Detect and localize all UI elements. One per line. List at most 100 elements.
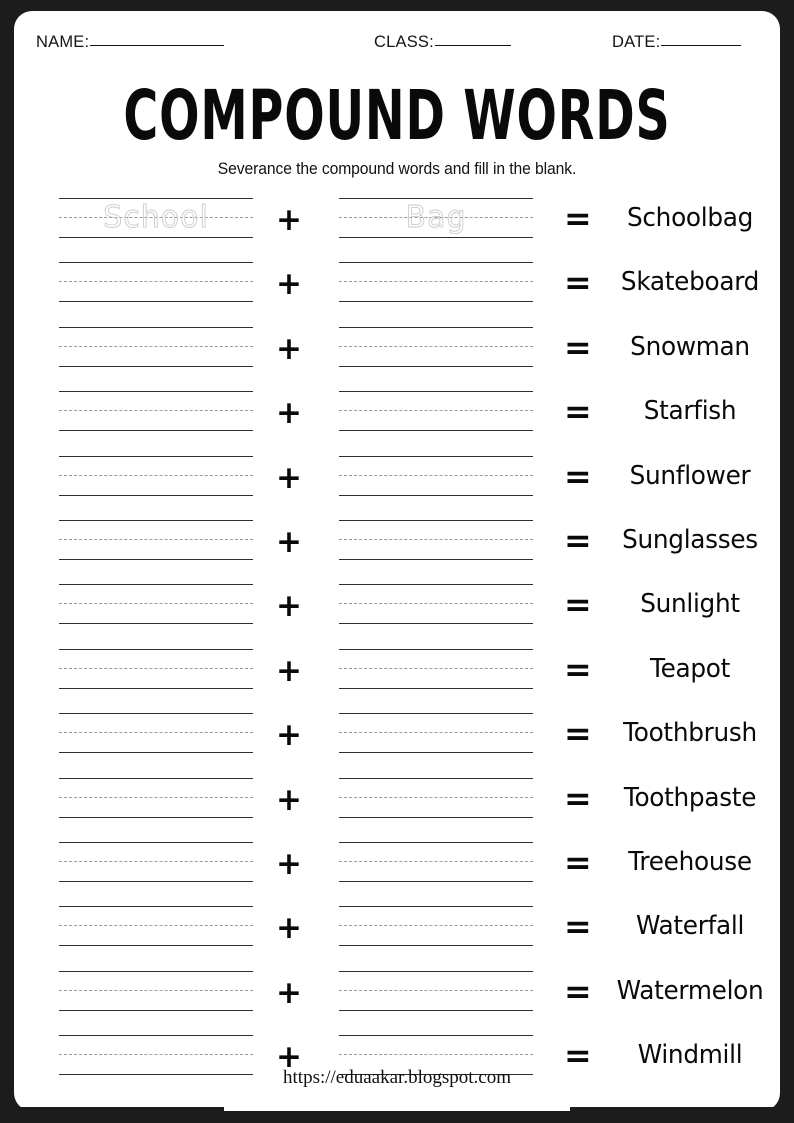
- compound-word-answer: Toothpaste: [623, 782, 757, 813]
- plus-icon: +: [276, 652, 302, 689]
- word-blank-2[interactable]: Bag: [339, 198, 533, 238]
- word-blank-1[interactable]: [59, 713, 253, 754]
- problem-row: + = Sunglasses: [14, 516, 794, 580]
- guide-line-mid: [59, 603, 253, 605]
- problem-row: + = Treehouse: [14, 838, 794, 902]
- guide-line-top: [59, 326, 253, 328]
- guide-line-top: [59, 519, 253, 521]
- compound-word-answer: Schoolbag: [626, 203, 754, 233]
- word-blank-2[interactable]: [339, 584, 533, 625]
- guide-line-top: [339, 1035, 533, 1037]
- guide-line-top: [339, 713, 533, 715]
- guide-line-mid: [339, 796, 533, 798]
- guide-line-bottom: [339, 752, 533, 754]
- equals-icon: =: [564, 585, 592, 625]
- word-blank-2[interactable]: [339, 262, 533, 303]
- compound-word-answer: Sunflower: [629, 460, 751, 491]
- equals-icon: =: [564, 971, 592, 1011]
- word-blank-1[interactable]: [59, 777, 253, 818]
- problem-row: + = Skateboard: [14, 258, 794, 322]
- guide-line-bottom: [59, 558, 253, 560]
- compound-word-answer: Starfish: [643, 396, 737, 427]
- word-blank-1[interactable]: [59, 648, 253, 689]
- word-blank-2[interactable]: [339, 519, 533, 560]
- guide-line-bottom: [59, 1009, 253, 1011]
- word-blank-2[interactable]: [339, 326, 533, 367]
- class-input-rule[interactable]: [434, 45, 511, 46]
- date-label: DATE:: [612, 33, 661, 51]
- plus-icon: +: [276, 330, 302, 367]
- guide-line-top: [339, 970, 533, 972]
- guide-line-mid: [339, 345, 533, 347]
- guide-line-bottom: [339, 558, 533, 560]
- word-blank-2[interactable]: [339, 391, 533, 432]
- guide-line-mid: [339, 410, 533, 412]
- word-blank-1[interactable]: [59, 326, 253, 367]
- word-blank-2[interactable]: [339, 906, 533, 947]
- guide-line-top: [59, 455, 253, 457]
- date-field[interactable]: DATE:: [612, 33, 742, 52]
- problem-row: + = Waterfall: [14, 902, 794, 966]
- plus-icon: +: [276, 395, 302, 432]
- equals-icon: =: [564, 649, 592, 689]
- guide-line-bottom: [59, 945, 253, 947]
- guide-line-mid: [339, 1054, 533, 1056]
- word-blank-1[interactable]: [59, 519, 253, 560]
- equals-icon: =: [564, 263, 592, 303]
- word-blank-2[interactable]: [339, 713, 533, 754]
- plus-icon: +: [276, 845, 302, 882]
- class-field[interactable]: CLASS:: [374, 33, 511, 52]
- word-blank-2[interactable]: [339, 777, 533, 818]
- traced-word-sample: School: [103, 200, 209, 236]
- word-blank-1[interactable]: [59, 391, 253, 432]
- problem-list: School Bag + = Schoolbag + = Skateboard + = Snowma…: [14, 194, 794, 1095]
- word-blank-2[interactable]: [339, 648, 533, 689]
- guide-line-mid: [59, 345, 253, 347]
- guide-line-mid: [339, 925, 533, 927]
- compound-word-answer: Toothbrush: [623, 718, 757, 749]
- guide-line-bottom: [59, 880, 253, 882]
- plus-icon: +: [276, 781, 302, 818]
- problem-row: School Bag + = Schoolbag: [14, 194, 794, 258]
- guide-line-bottom: [339, 237, 533, 238]
- plus-icon: +: [276, 588, 302, 625]
- title-block: COMPOUND WORDS Severance the compound wo…: [14, 80, 780, 179]
- word-blank-2[interactable]: [339, 841, 533, 882]
- problem-row: + = Watermelon: [14, 967, 794, 1031]
- guide-line-top: [339, 455, 533, 457]
- word-blank-1[interactable]: [59, 262, 253, 303]
- guide-line-top: [59, 1035, 253, 1037]
- guide-line-mid: [59, 796, 253, 798]
- word-blank-1[interactable]: [59, 906, 253, 947]
- guide-line-bottom: [339, 365, 533, 367]
- guide-line-bottom: [59, 365, 253, 367]
- compound-word-answer: Sunlight: [640, 589, 740, 620]
- guide-line-mid: [59, 989, 253, 991]
- date-input-rule[interactable]: [661, 45, 742, 46]
- guide-line-mid: [339, 281, 533, 283]
- student-info-bar: NAME: CLASS: DATE:: [14, 33, 780, 63]
- guide-line-top: [59, 262, 253, 264]
- problem-row: + = Toothbrush: [14, 709, 794, 773]
- word-blank-1[interactable]: [59, 584, 253, 625]
- word-blank-1[interactable]: [59, 841, 253, 882]
- word-blank-1[interactable]: School: [59, 198, 253, 238]
- equals-icon: =: [564, 392, 592, 432]
- footer-url[interactable]: https://eduaakar.blogspot.com: [14, 1067, 780, 1089]
- word-blank-2[interactable]: [339, 455, 533, 496]
- compound-word-answer: Teapot: [649, 653, 731, 684]
- problem-row: + = Teapot: [14, 645, 794, 709]
- guide-line-top: [59, 648, 253, 650]
- word-blank-2[interactable]: [339, 970, 533, 1011]
- guide-line-bottom: [59, 237, 253, 238]
- plus-icon: +: [276, 266, 302, 303]
- traced-word-sample: Bag: [405, 200, 467, 236]
- word-blank-1[interactable]: [59, 970, 253, 1011]
- guide-line-top: [59, 584, 253, 586]
- plus-icon: +: [276, 717, 302, 754]
- compound-word-answer: Snowman: [630, 331, 750, 362]
- name-input-rule[interactable]: [90, 45, 225, 46]
- word-blank-1[interactable]: [59, 455, 253, 496]
- guide-line-top: [339, 391, 533, 393]
- name-field[interactable]: NAME:: [36, 33, 225, 52]
